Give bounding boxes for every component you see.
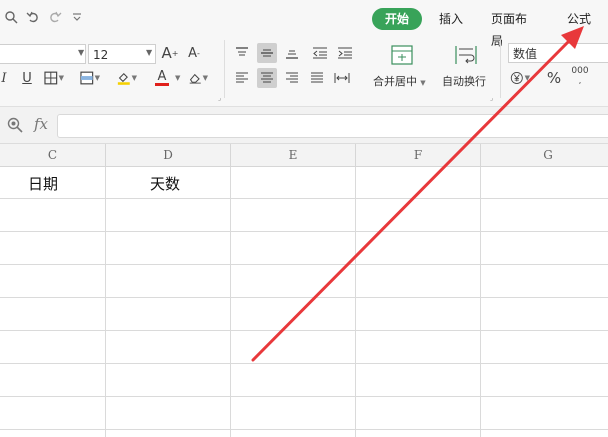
annotation-arrow: [251, 26, 584, 362]
